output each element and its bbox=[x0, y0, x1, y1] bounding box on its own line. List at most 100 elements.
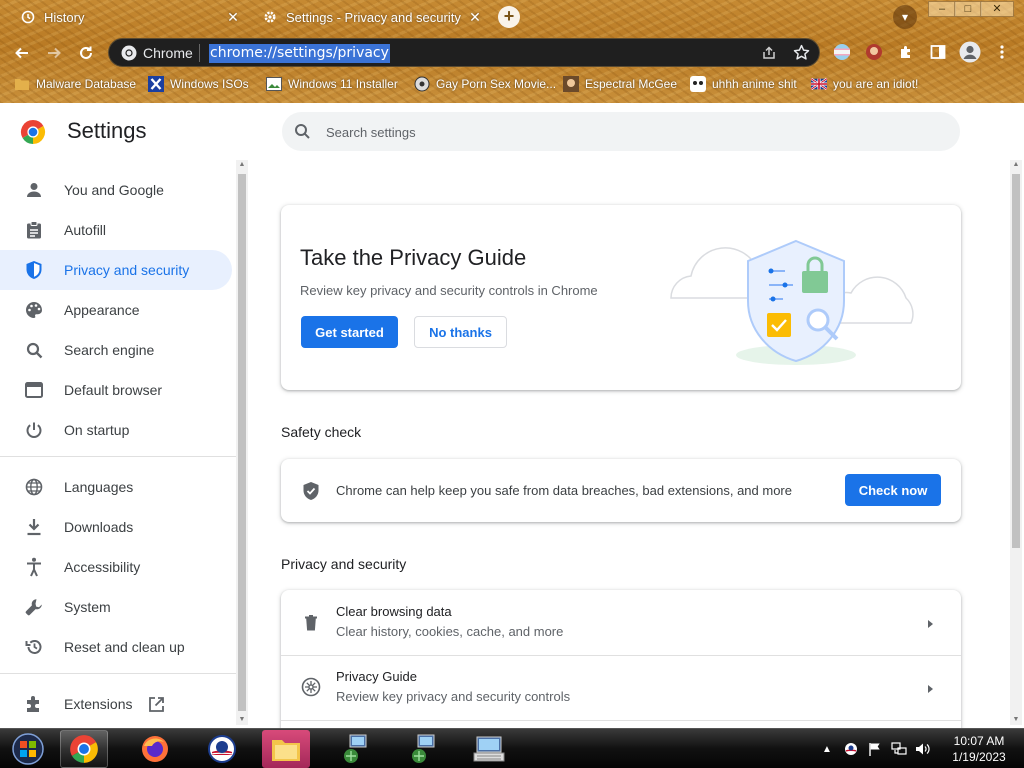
scrollbar-thumb[interactable] bbox=[1012, 174, 1020, 548]
sidebar-item-default-browser[interactable]: Default browser bbox=[0, 370, 232, 410]
bookmark-anime[interactable]: uhhh anime shit bbox=[690, 75, 797, 93]
folder-icon bbox=[14, 76, 30, 92]
close-window-button[interactable]: ✕ bbox=[980, 1, 1014, 17]
start-button[interactable] bbox=[4, 730, 52, 768]
sidebar-item-reset-and-clean-up[interactable]: Reset and clean up bbox=[0, 627, 232, 667]
accessibility-icon bbox=[23, 556, 45, 578]
safety-check-card: Chrome can help keep you safe from data … bbox=[281, 459, 961, 522]
new-tab-button[interactable]: + bbox=[498, 6, 520, 28]
no-thanks-button[interactable]: No thanks bbox=[414, 316, 507, 348]
scroll-up-icon[interactable]: ▲ bbox=[236, 160, 248, 170]
taskbar-chrome-button[interactable] bbox=[60, 730, 108, 768]
privacy-guide-title: Take the Privacy Guide bbox=[300, 245, 527, 270]
show-hidden-icons-icon[interactable]: ▲ bbox=[819, 741, 835, 757]
sidebar-scrollbar[interactable]: ▲ ▼ bbox=[236, 160, 248, 725]
bookmark-movie-site[interactable]: Gay Porn Sex Movie... bbox=[414, 75, 556, 93]
tab-settings[interactable]: Settings - Privacy and security ✕ bbox=[252, 2, 488, 32]
search-box[interactable] bbox=[282, 112, 960, 151]
taskbar-firefox-button[interactable] bbox=[131, 730, 179, 768]
settings-page: Settings You and Google Autofill Privacy… bbox=[0, 103, 1024, 735]
taskbar-onscreen-keyboard-button[interactable] bbox=[465, 730, 513, 768]
restore-icon bbox=[23, 636, 45, 658]
bookmark-malware-database[interactable]: Malware Database bbox=[14, 75, 136, 93]
open-in-new-icon bbox=[148, 696, 165, 713]
main-scrollbar[interactable]: ▲ ▼ bbox=[1010, 160, 1022, 725]
shield-check-icon bbox=[302, 481, 320, 506]
download-icon bbox=[23, 516, 45, 538]
row-subtitle: Review key privacy and security controls bbox=[336, 689, 571, 704]
sidebar-item-languages[interactable]: Languages bbox=[0, 467, 232, 507]
wrench-icon bbox=[23, 596, 45, 618]
close-icon[interactable]: ✕ bbox=[466, 9, 484, 26]
row-divider bbox=[281, 720, 961, 721]
chrome-logo-icon bbox=[121, 45, 137, 66]
reload-icon[interactable] bbox=[73, 40, 99, 66]
sidebar-item-appearance[interactable]: Appearance bbox=[0, 290, 232, 330]
sidebar-item-system[interactable]: System bbox=[0, 587, 232, 627]
get-started-button[interactable]: Get started bbox=[301, 316, 398, 348]
flag-icon bbox=[811, 76, 827, 92]
bookmark-star-icon[interactable] bbox=[793, 44, 810, 66]
page-title: Settings bbox=[67, 118, 147, 143]
clear-browsing-data-row[interactable]: Clear browsing data Clear history, cooki… bbox=[281, 590, 961, 655]
extensions-puzzle-icon[interactable] bbox=[896, 42, 916, 62]
minimize-button[interactable]: – bbox=[928, 1, 956, 17]
tray-logo-icon[interactable] bbox=[843, 741, 859, 757]
extension-flag-icon[interactable] bbox=[832, 42, 852, 62]
bookmark-you-are-an-idiot[interactable]: you are an idiot! bbox=[811, 75, 918, 93]
taskbar-obama-logo-button[interactable] bbox=[198, 730, 246, 768]
profile-avatar-icon[interactable] bbox=[958, 40, 982, 64]
side-panel-icon[interactable] bbox=[928, 42, 948, 62]
scroll-up-icon[interactable]: ▲ bbox=[1010, 160, 1022, 170]
palette-icon bbox=[23, 299, 45, 321]
clock-date: 1/19/2023 bbox=[952, 750, 1006, 764]
bookmark-espectral-mcgee[interactable]: Espectral McGee bbox=[563, 75, 677, 93]
trash-icon bbox=[301, 612, 321, 632]
volume-icon[interactable] bbox=[915, 741, 931, 757]
tab-title: Settings - Privacy and security bbox=[286, 9, 461, 25]
tab-history[interactable]: History ✕ bbox=[10, 2, 246, 32]
taskbar-explorer-button[interactable] bbox=[262, 730, 310, 768]
maximize-button[interactable]: □ bbox=[954, 1, 982, 17]
scroll-down-icon[interactable]: ▼ bbox=[1010, 715, 1022, 725]
chrome-logo-icon bbox=[20, 119, 46, 150]
sidebar-item-accessibility[interactable]: Accessibility bbox=[0, 547, 232, 587]
power-icon bbox=[23, 419, 45, 441]
sidebar-item-extensions[interactable]: Extensions bbox=[0, 684, 232, 724]
extension-avatar-icon[interactable] bbox=[864, 42, 884, 62]
privacy-guide-row[interactable]: Privacy Guide Review key privacy and sec… bbox=[281, 655, 961, 720]
site-chip[interactable]: Chrome bbox=[143, 45, 193, 61]
sidebar-item-search-engine[interactable]: Search engine bbox=[0, 330, 232, 370]
taskbar-network-app-button[interactable] bbox=[332, 730, 380, 768]
sidebar-item-privacy-and-security[interactable]: Privacy and security bbox=[0, 250, 232, 290]
bookmark-windows-11-installer[interactable]: Windows 11 Installer bbox=[266, 75, 398, 93]
check-now-button[interactable]: Check now bbox=[845, 474, 941, 506]
sidebar-item-downloads[interactable]: Downloads bbox=[0, 507, 232, 547]
history-icon bbox=[20, 9, 36, 25]
close-icon[interactable]: ✕ bbox=[224, 9, 242, 26]
taskbar-clock[interactable]: 10:07 AM 1/19/2023 bbox=[946, 733, 1012, 765]
share-icon[interactable] bbox=[761, 45, 777, 66]
sidebar-item-you-and-google[interactable]: You and Google bbox=[0, 170, 232, 210]
sidebar-item-on-startup[interactable]: On startup bbox=[0, 410, 232, 450]
menu-kebab-icon[interactable] bbox=[992, 42, 1012, 62]
clock-time: 10:07 AM bbox=[953, 734, 1005, 748]
tab-search-chevron-icon[interactable]: ▾ bbox=[893, 5, 917, 29]
safety-check-text: Chrome can help keep you safe from data … bbox=[336, 483, 792, 498]
sidebar-item-autofill[interactable]: Autofill bbox=[0, 210, 232, 250]
bookmark-windows-isos[interactable]: Windows ISOs bbox=[148, 75, 249, 93]
scroll-down-icon[interactable]: ▼ bbox=[236, 715, 248, 725]
browser-icon bbox=[23, 379, 45, 401]
search-input[interactable] bbox=[326, 122, 926, 142]
forward-arrow-icon[interactable] bbox=[41, 40, 67, 66]
taskbar: ▲ 10:07 AM 1/19/2023 bbox=[0, 728, 1024, 768]
address-bar[interactable]: Chrome chrome://settings/privacy bbox=[108, 38, 820, 67]
privacy-and-security-card: Clear browsing data Clear history, cooki… bbox=[281, 590, 961, 735]
network-icon[interactable] bbox=[891, 741, 907, 757]
scrollbar-thumb[interactable] bbox=[238, 174, 246, 711]
url-text[interactable]: chrome://settings/privacy bbox=[209, 44, 390, 63]
action-center-flag-icon[interactable] bbox=[867, 741, 883, 757]
person-icon bbox=[23, 179, 45, 201]
back-arrow-icon[interactable] bbox=[9, 40, 35, 66]
taskbar-network-app-button-2[interactable] bbox=[400, 730, 448, 768]
